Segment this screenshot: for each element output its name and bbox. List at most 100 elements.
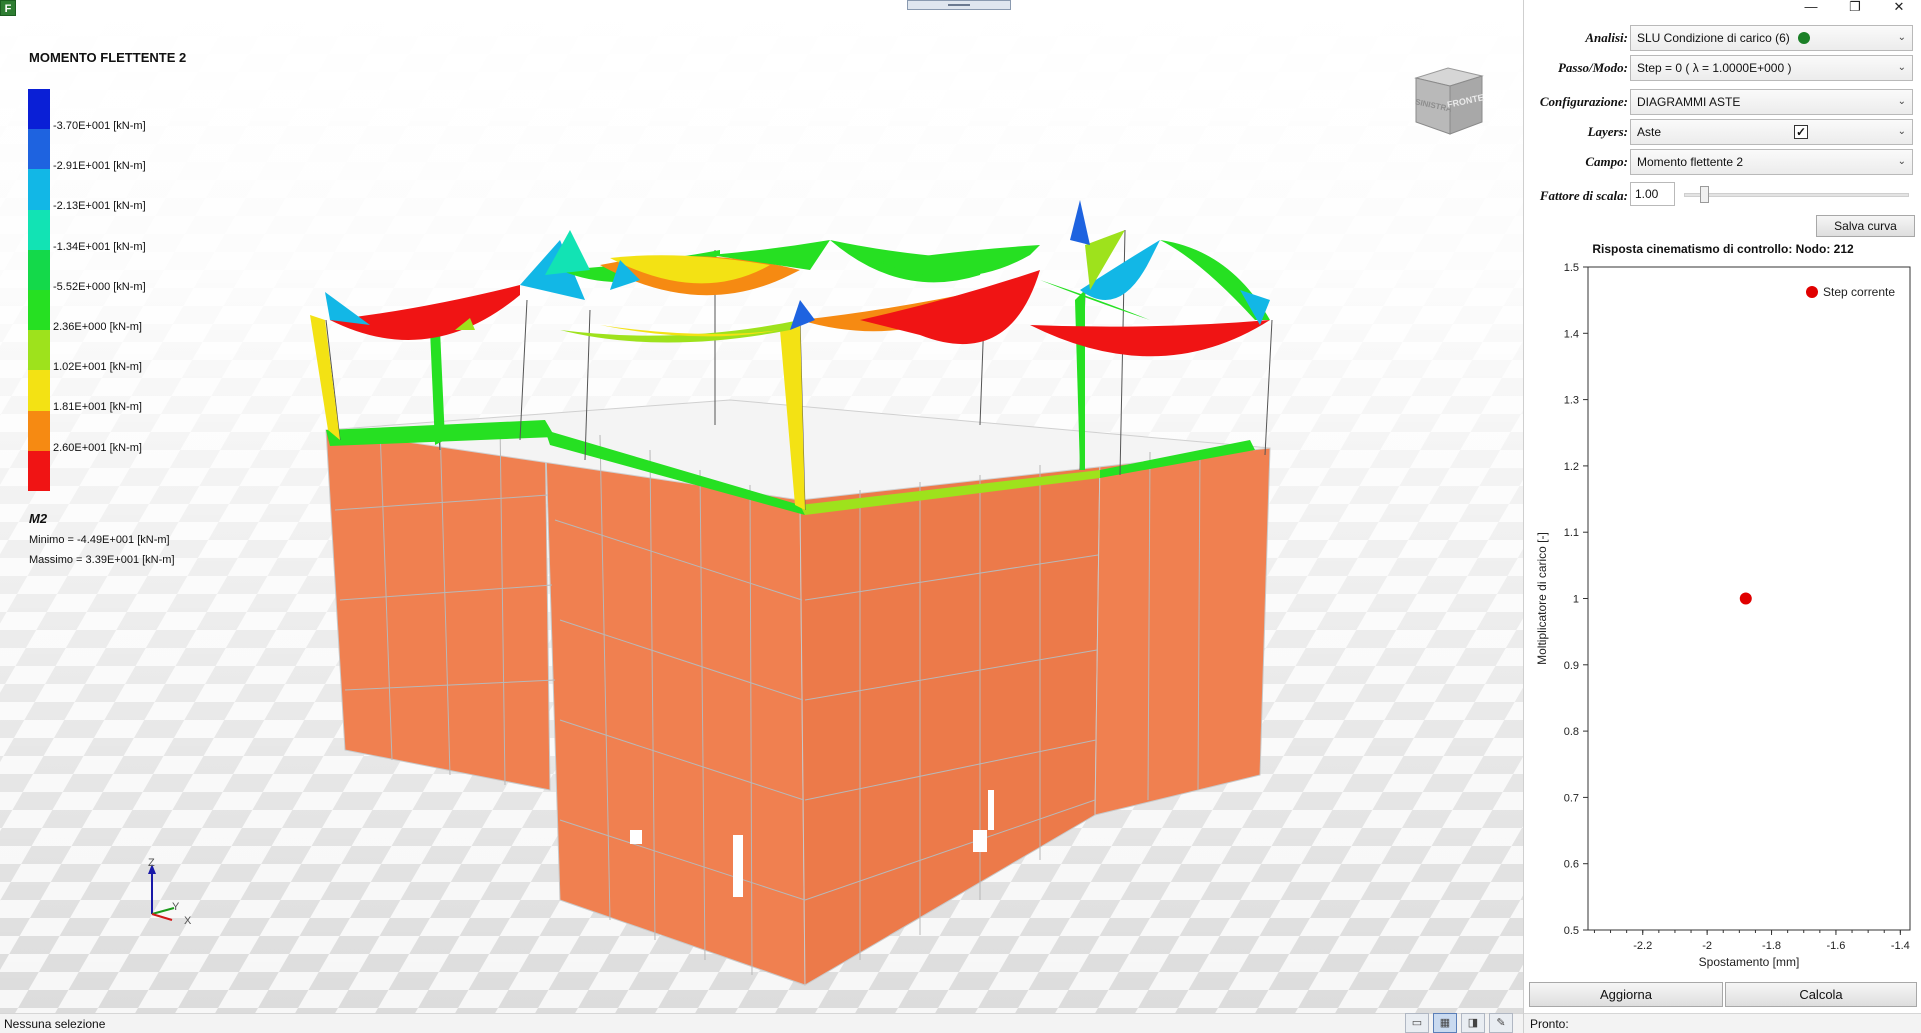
layers-select[interactable]: Aste ✓ ⌄ — [1630, 119, 1913, 145]
config-value: DIAGRAMMI ASTE — [1637, 95, 1741, 109]
legend-label: 1.02E+001 [kN-m] — [53, 361, 142, 374]
scale-input[interactable]: 1.00 — [1630, 182, 1675, 206]
x-axis-label: Spostamento [mm] — [1699, 955, 1800, 969]
chevron-down-icon: ⌄ — [1897, 32, 1906, 43]
y-tick-label: 0.9 — [1564, 660, 1579, 672]
axis-z-label: Z — [148, 858, 155, 869]
legend-min: Minimo = -4.49E+001 [kN-m] — [29, 534, 170, 546]
passo-value: Step = 0 ( λ = 1.0000E+000 ) — [1637, 61, 1792, 75]
legend-label: 1.81E+001 [kN-m] — [53, 401, 142, 414]
layers-checkbox[interactable]: ✓ — [1794, 125, 1808, 139]
legend-swatch — [28, 450, 50, 492]
legend-swatch — [28, 169, 50, 210]
layers-label: Layers: — [1587, 124, 1628, 139]
status-selection: Nessuna selezione — [4, 1017, 106, 1031]
layers-value: Aste — [1637, 125, 1662, 139]
status-bar-right: Pronto: — [1524, 1013, 1921, 1033]
legend-entry: Step corrente — [1823, 285, 1895, 299]
legend-swatch — [28, 89, 50, 130]
axis-triad: Z Y X — [148, 858, 192, 927]
x-tick-label: -2 — [1702, 940, 1712, 952]
close-button[interactable]: ✕ — [1877, 0, 1921, 16]
properties-panel: — ❐ ✕ Analisi: SLU Condizione di carico … — [1523, 0, 1921, 1033]
legend-label: 2.36E+000 [kN-m] — [53, 321, 142, 333]
chevron-down-icon: ⌄ — [1897, 126, 1906, 137]
chart-title: Risposta cinematismo di controllo: Nodo:… — [1592, 242, 1854, 256]
chevron-down-icon: ⌄ — [1897, 96, 1906, 107]
y-axis-label: Moltiplicatore di carico [-] — [1535, 532, 1549, 665]
scale-slider-thumb[interactable] — [1700, 186, 1710, 203]
axis-x-label: X — [184, 915, 192, 927]
restore-button[interactable]: ❐ — [1833, 0, 1877, 16]
grid-icon[interactable]: ▦ — [1433, 1013, 1457, 1033]
status-ready: Pronto: — [1530, 1017, 1569, 1031]
y-tick-label: 0.8 — [1564, 726, 1579, 738]
report-icon[interactable]: ✎ — [1489, 1013, 1513, 1033]
y-tick-label: 1.1 — [1564, 527, 1579, 539]
config-row: Configurazione: DIAGRAMMI ASTE ⌄ — [1524, 88, 1921, 116]
calcola-button[interactable]: Calcola — [1725, 982, 1917, 1007]
analisi-label: Analisi: — [1585, 30, 1628, 45]
legend-color-bar — [28, 89, 50, 492]
data-point — [1739, 592, 1752, 605]
response-chart: 0.5 0.6 0.7 0.8 0.9 1 1.1 1.2 1.3 1.4 1.5 -2.2 -2 -1.… — [1535, 262, 1911, 969]
legend-component: M2 — [29, 511, 48, 526]
config-select[interactable]: DIAGRAMMI ASTE ⌄ — [1630, 89, 1913, 115]
shade-icon[interactable]: ◨ — [1461, 1013, 1485, 1033]
chevron-down-icon: ⌄ — [1897, 156, 1906, 167]
y-tick-label: 1.4 — [1564, 328, 1579, 340]
chevron-down-icon: ⌄ — [1897, 62, 1906, 73]
status-dot-icon — [1797, 32, 1810, 44]
legend-label: -2.13E+001 [kN-m] — [53, 200, 146, 213]
status-bar-left: Nessuna selezione — [0, 1013, 1523, 1033]
scale-slider-track[interactable] — [1684, 193, 1909, 197]
frame-icon[interactable]: ▭ — [1405, 1013, 1429, 1033]
analisi-select[interactable]: SLU Condizione di carico (6) ⌄ — [1630, 25, 1913, 51]
y-tick-label: 0.6 — [1564, 859, 1579, 871]
x-tick-label: -1.4 — [1891, 940, 1910, 952]
campo-select[interactable]: Momento flettente 2 ⌄ — [1630, 149, 1913, 175]
legend-label: -3.70E+001 [kN-m] — [53, 120, 146, 132]
passo-row: Passo/Modo: Step = 0 ( λ = 1.0000E+000 )… — [1524, 54, 1921, 82]
layers-row: Layers: Aste ✓ ⌄ — [1524, 118, 1921, 146]
legend-swatch — [28, 410, 50, 451]
legend-swatch — [28, 249, 50, 291]
3d-viewport[interactable]: MOMENTO FLETTENTE 2 -3.70E+001 [kN-m] -2.… — [0, 0, 1523, 1013]
passo-label: Passo/Modo: — [1557, 60, 1628, 75]
legend-label: -2.91E+001 [kN-m] — [53, 160, 146, 173]
minimize-button[interactable]: — — [1789, 0, 1833, 16]
building-model[interactable] — [0, 0, 1523, 1013]
status-view-icons: ▭ ▦ ◨ ✎ — [1405, 1013, 1513, 1033]
x-tick-label: -1.8 — [1762, 940, 1781, 952]
y-tick-label: 0.7 — [1564, 792, 1579, 804]
app-icon[interactable]: F — [0, 0, 16, 16]
legend-label: -1.34E+001 [kN-m] — [53, 240, 146, 253]
analisi-row: Analisi: SLU Condizione di carico (6) ⌄ — [1524, 24, 1921, 52]
passo-select[interactable]: Step = 0 ( λ = 1.0000E+000 ) ⌄ — [1630, 55, 1913, 81]
legend-marker — [1806, 286, 1818, 298]
aggiorna-button[interactable]: Aggiorna — [1529, 982, 1723, 1007]
scale-label: Fattore di scala: — [1539, 188, 1628, 203]
campo-row: Campo: Momento flettente 2 ⌄ — [1524, 148, 1921, 176]
toolbar-grip[interactable] — [907, 0, 1011, 10]
legend-swatch — [28, 209, 50, 250]
config-label: Configurazione: — [1539, 94, 1628, 109]
navigation-cube[interactable]: SINISTRA FRONTE — [1408, 64, 1488, 136]
analisi-value: SLU Condizione di carico (6) — [1637, 31, 1790, 45]
window-controls: — ❐ ✕ — [1789, 0, 1921, 16]
save-curve-button[interactable]: Salva curva — [1816, 215, 1915, 237]
legend-swatch — [28, 370, 50, 411]
campo-value: Momento flettente 2 — [1637, 155, 1744, 169]
legend-title: MOMENTO FLETTENTE 2 — [29, 50, 187, 65]
legend-label: -5.52E+000 [kN-m] — [53, 280, 146, 293]
x-tick-label: -1.6 — [1826, 940, 1845, 952]
y-tick-label: 1.3 — [1564, 395, 1579, 407]
legend-max: Massimo = 3.39E+001 [kN-m] — [29, 554, 175, 566]
y-tick-label: 1.2 — [1564, 461, 1579, 473]
legend-swatch — [28, 129, 50, 170]
campo-label: Campo: — [1585, 154, 1628, 169]
legend-swatch — [28, 290, 50, 331]
y-tick-label: 1 — [1573, 594, 1579, 606]
x-tick-label: -2.2 — [1633, 940, 1652, 952]
y-tick-label: 0.5 — [1564, 925, 1579, 937]
